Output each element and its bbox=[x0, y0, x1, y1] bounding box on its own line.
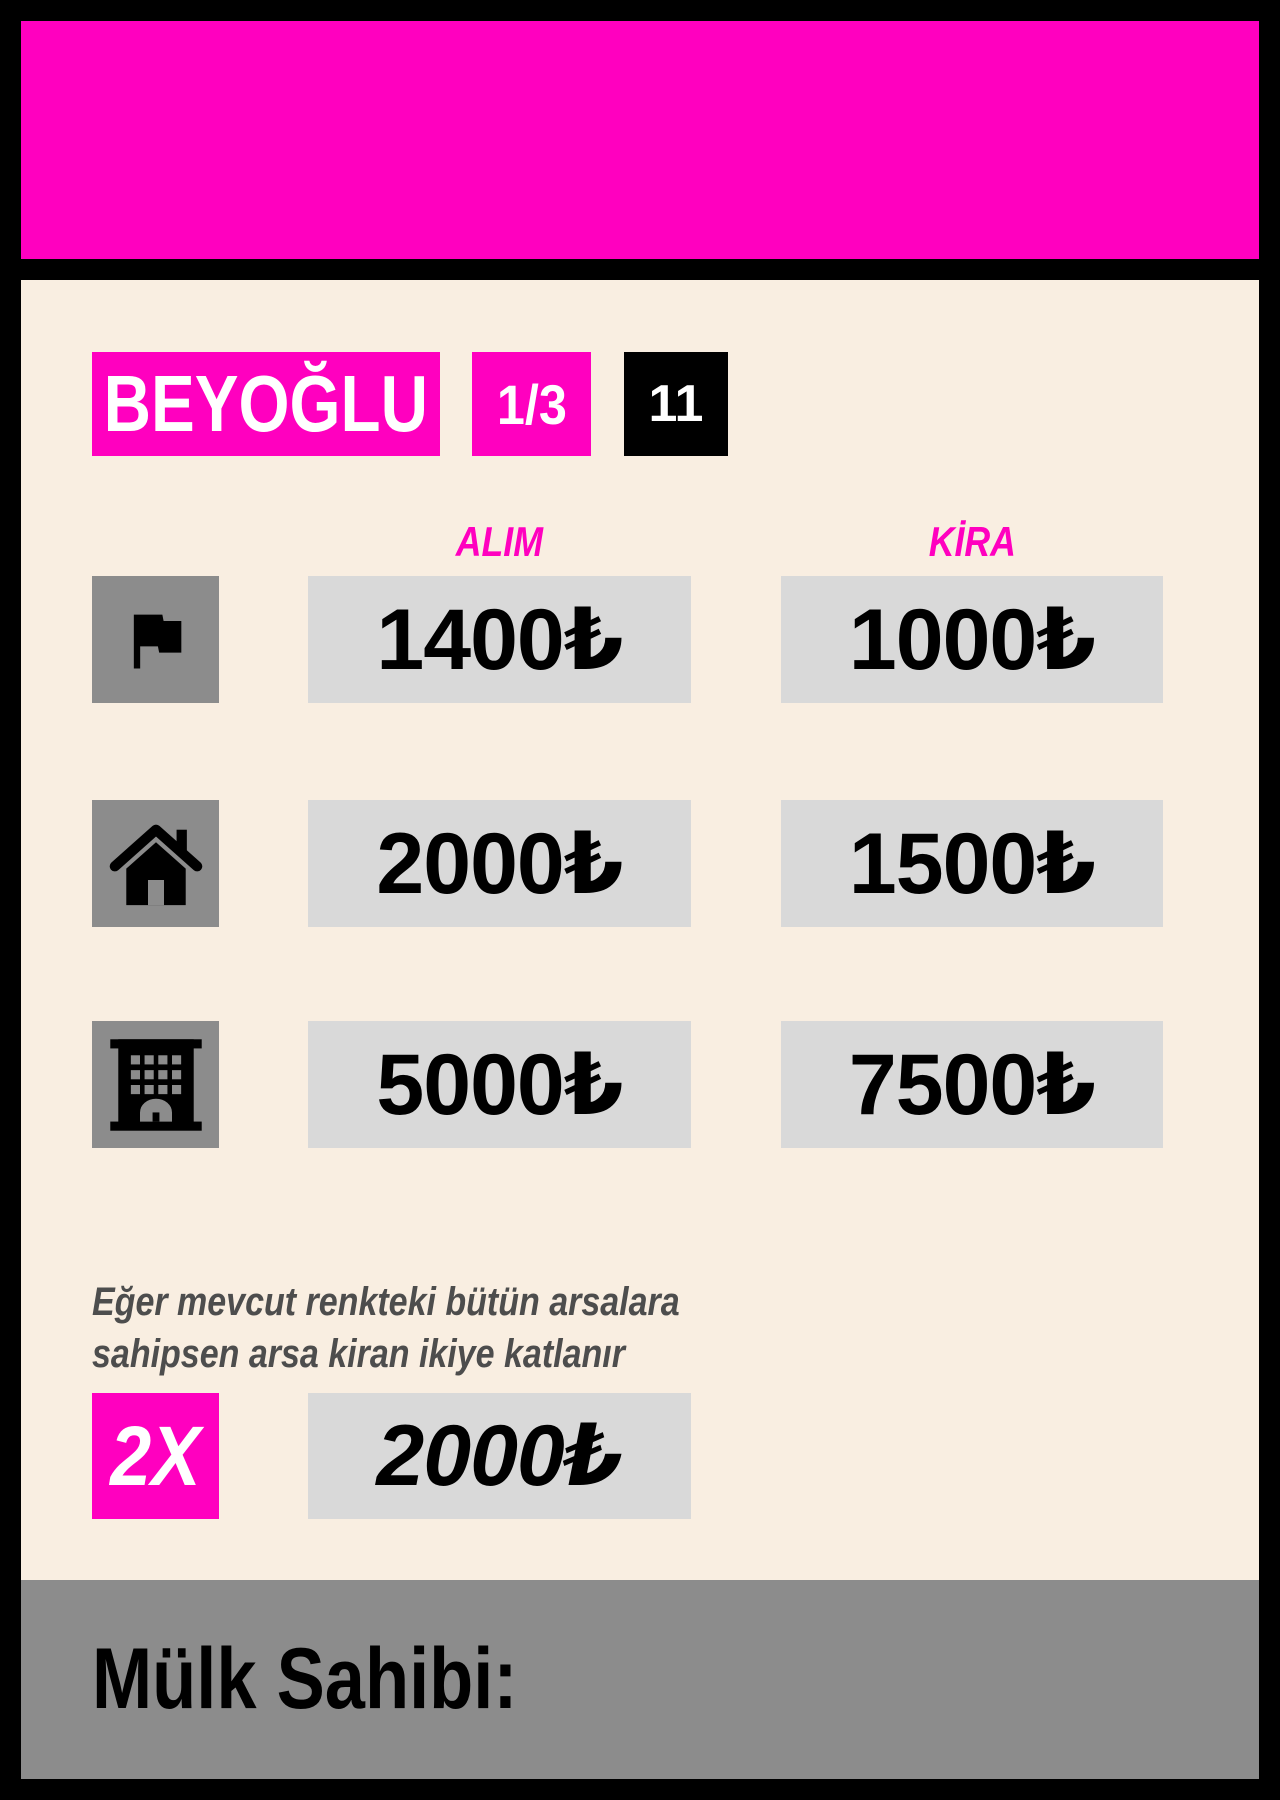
house-buy-price: 2000₺ bbox=[308, 800, 691, 927]
bonus-rent-price: 2000₺ bbox=[308, 1393, 691, 1519]
property-number: 11 bbox=[648, 375, 704, 433]
property-group-badge: 1/3 bbox=[472, 352, 591, 456]
rent-value: 1500₺ bbox=[848, 815, 1096, 912]
flag-icon bbox=[133, 614, 181, 668]
land-icon-box bbox=[92, 576, 219, 703]
price-value: 5000₺ bbox=[376, 1036, 623, 1133]
building-icon bbox=[109, 1038, 202, 1131]
rent-value: 7500₺ bbox=[848, 1036, 1096, 1133]
property-card: BEYOĞLU 1/3 11 ALIM KİRA 1400₺ 1000₺ 200… bbox=[21, 280, 1259, 1580]
rent-value: 1000₺ bbox=[848, 591, 1096, 688]
multiplier-badge: 2X bbox=[92, 1393, 219, 1519]
buy-header-label: ALIM bbox=[455, 518, 544, 565]
property-number-badge: 11 bbox=[624, 352, 728, 456]
house-icon-box bbox=[92, 800, 219, 927]
rent-header-label: KİRA bbox=[928, 518, 1016, 565]
price-value: 1400₺ bbox=[376, 591, 623, 688]
house-rent-price: 1500₺ bbox=[781, 800, 1163, 927]
price-value: 2000₺ bbox=[376, 815, 623, 912]
land-rent-price: 1000₺ bbox=[781, 576, 1163, 703]
building-rent-price: 7500₺ bbox=[781, 1021, 1163, 1148]
building-buy-price: 5000₺ bbox=[308, 1021, 691, 1148]
house-icon bbox=[109, 824, 202, 905]
land-buy-price: 1400₺ bbox=[308, 576, 691, 703]
property-name: BEYOĞLU bbox=[103, 359, 429, 448]
building-icon-box bbox=[92, 1021, 219, 1148]
owner-footer: Mülk Sahibi: bbox=[21, 1580, 1259, 1779]
monopoly-bonus-note: Eğer mevcut renkteki bütün arsalara sahi… bbox=[92, 1276, 852, 1380]
multiplier-label: 2X bbox=[110, 1408, 201, 1503]
rent-column-header: KİRA bbox=[781, 516, 1163, 568]
color-band bbox=[21, 21, 1259, 259]
bonus-rent-value: 2000₺ bbox=[376, 1408, 623, 1504]
note-line: Eğer mevcut renkteki bütün arsalara bbox=[92, 1280, 680, 1324]
buy-column-header: ALIM bbox=[308, 516, 691, 568]
owner-label: Mülk Sahibi: bbox=[92, 1631, 518, 1727]
property-group: 1/3 bbox=[496, 372, 567, 436]
note-line: sahipsen arsa kiran ikiye katlanır bbox=[92, 1332, 625, 1376]
property-name-badge: BEYOĞLU bbox=[92, 352, 440, 456]
